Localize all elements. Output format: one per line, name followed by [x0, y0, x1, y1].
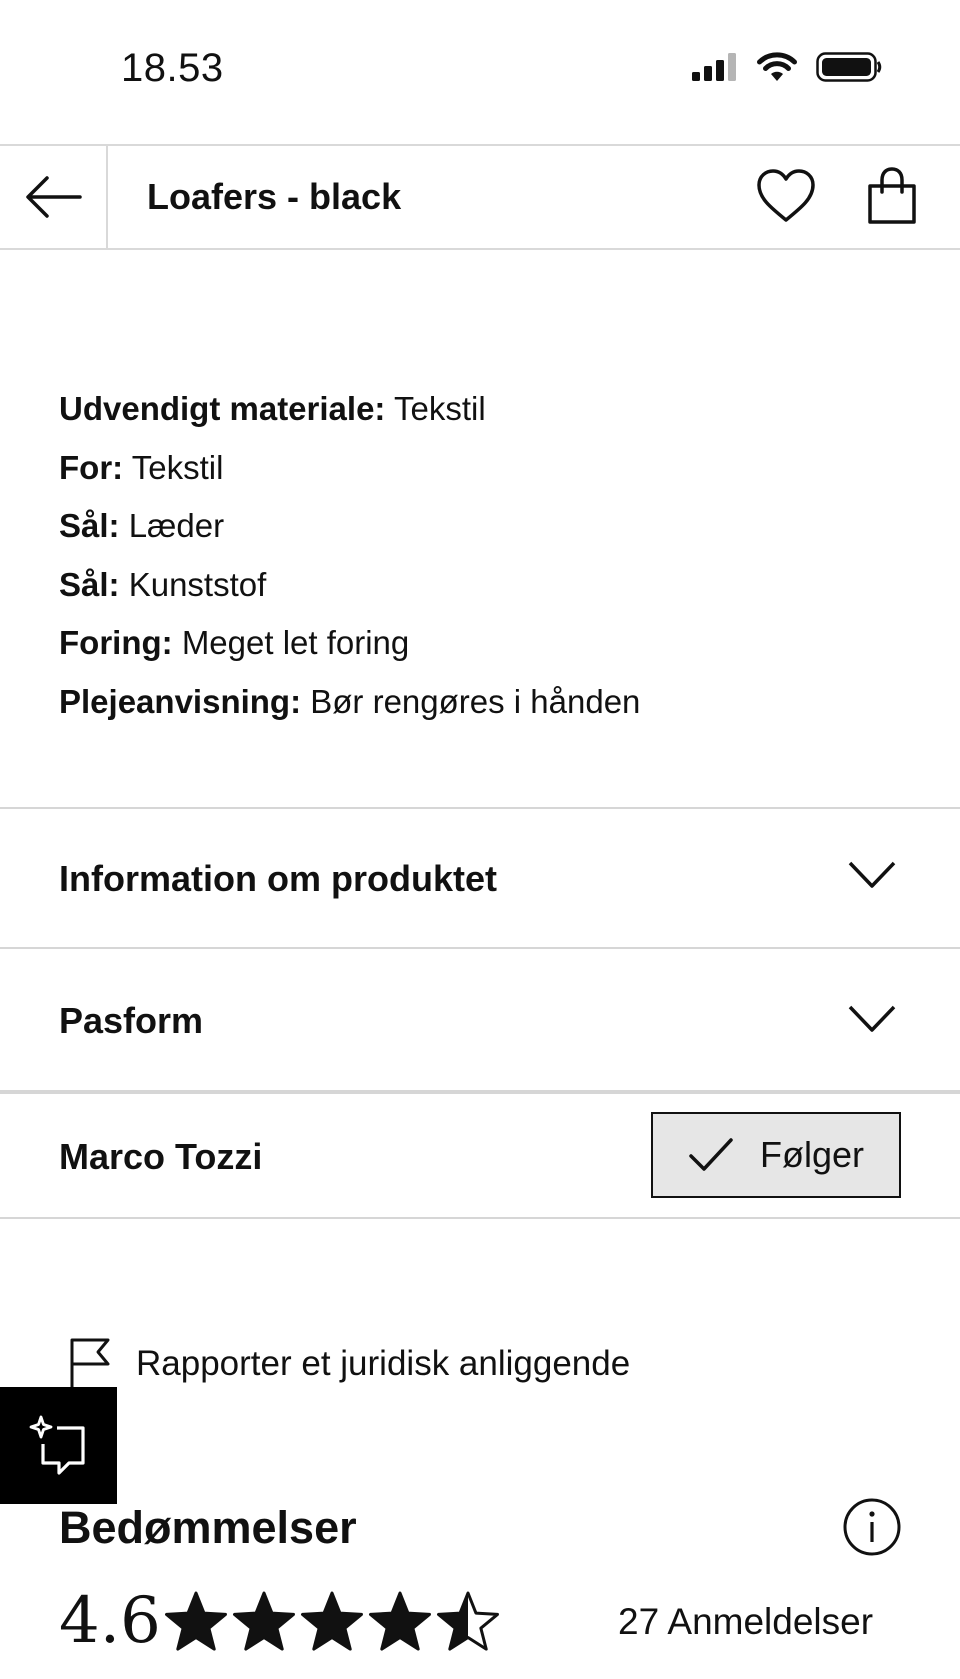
- nav-bar: Loafers - black: [0, 144, 960, 250]
- chevron-down-icon: [848, 1005, 896, 1032]
- star-half-icon: [437, 1591, 499, 1651]
- wishlist-button[interactable]: [756, 168, 816, 229]
- detail-row: Sål: Læder: [59, 497, 640, 556]
- detail-row: Plejeanvisning: Bør rengøres i hånden: [59, 673, 640, 732]
- star-full-icon: [233, 1591, 295, 1651]
- accordion-product-info[interactable]: Information om produktet: [0, 809, 960, 947]
- accordion-fit[interactable]: Pasform: [0, 949, 960, 1087]
- rating-stars: [164, 1591, 500, 1655]
- detail-label: Udvendigt materiale:: [59, 390, 386, 427]
- brand-name[interactable]: Marco Tozzi: [59, 1136, 262, 1178]
- report-label: Rapporter et juridisk anliggende: [136, 1344, 631, 1383]
- report-legal-link[interactable]: Rapporter et juridisk anliggende: [68, 1337, 630, 1391]
- bag-button[interactable]: [866, 166, 918, 231]
- star-full-icon: [369, 1591, 431, 1651]
- detail-row: For: Tekstil: [59, 439, 640, 498]
- detail-value: Kunststof: [128, 565, 267, 603]
- star-full-icon: [301, 1591, 363, 1651]
- follow-button[interactable]: Følger: [651, 1112, 901, 1198]
- chevron-down-icon: [848, 861, 896, 888]
- divider: [0, 1217, 960, 1219]
- status-time: 18.53: [121, 46, 224, 90]
- status-bar: 18.53: [0, 0, 960, 144]
- detail-value: Meget let foring: [181, 624, 410, 661]
- detail-row: Foring: Meget let foring: [59, 614, 640, 673]
- detail-value: Bør rengøres i hånden: [310, 682, 641, 720]
- rating-value: 4.6: [59, 1584, 161, 1658]
- detail-label: For:: [59, 448, 124, 486]
- heart-icon: [757, 169, 815, 222]
- detail-label: Plejeanvisning:: [59, 682, 302, 720]
- detail-row: Udvendigt materiale: Tekstil: [59, 380, 640, 439]
- material-details: Udvendigt materiale: Tekstil For: Teksti…: [59, 380, 640, 731]
- detail-row: Sål: Kunststof: [59, 556, 640, 615]
- star-full-icon: [165, 1591, 227, 1651]
- review-count[interactable]: 27 Anmeldelser: [618, 1601, 873, 1643]
- detail-value: Tekstil: [131, 448, 224, 486]
- page-title: Loafers - black: [147, 176, 402, 217]
- detail-label: Foring:: [59, 624, 173, 661]
- ratings-title: Bedømmelser: [59, 1502, 357, 1553]
- arrow-left-icon: [26, 176, 82, 218]
- accordion-label: Pasform: [59, 1000, 204, 1041]
- detail-value: Tekstil: [394, 390, 486, 427]
- sparkle-review-icon: [29, 1415, 85, 1475]
- brand-row: Marco Tozzi Følger: [0, 1094, 960, 1217]
- cellular-signal-icon: [692, 53, 736, 81]
- status-icons: [692, 52, 882, 82]
- shopping-bag-icon: [868, 167, 916, 224]
- wifi-icon: [757, 52, 797, 81]
- detail-label: Sål:: [59, 565, 120, 603]
- accordion-label: Information om produktet: [59, 858, 497, 899]
- battery-icon: [816, 52, 882, 82]
- checkmark-icon: [689, 1138, 733, 1171]
- follow-label: Følger: [759, 1134, 864, 1175]
- detail-label: Sål:: [59, 507, 120, 544]
- ai-feedback-button[interactable]: [0, 1387, 117, 1504]
- flag-icon: [70, 1338, 110, 1389]
- detail-value: Læder: [128, 507, 225, 544]
- ratings-info-button[interactable]: [842, 1497, 902, 1562]
- info-icon: [843, 1498, 901, 1556]
- back-button[interactable]: [0, 146, 108, 248]
